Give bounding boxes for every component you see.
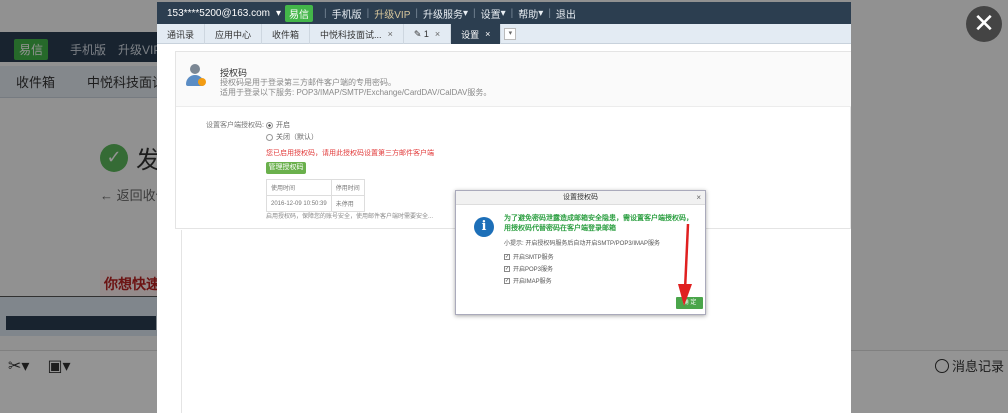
tab-label: 1	[423, 29, 429, 39]
tab-label: 设置	[461, 29, 480, 40]
chevron-down-icon[interactable]: ▾	[538, 8, 543, 19]
radio-enable-label: 开启	[276, 122, 290, 129]
link-vip[interactable]: 升级VIP	[374, 6, 410, 21]
chevron-down-icon[interactable]: ▾	[504, 28, 517, 40]
radio-unselected-icon	[266, 133, 273, 141]
red-arrow-annotation	[678, 223, 692, 306]
chevron-down-icon[interactable]: ▾	[501, 8, 506, 19]
checkbox-checked-icon[interactable]: ✓	[504, 253, 510, 260]
tab-label: 应用中心	[215, 29, 252, 40]
auth-description-services: 适用于登录以下服务: POP3/IMAP/SMTP/Exchange/CardD…	[220, 88, 492, 97]
radio-disable-label: 关闭（默认）	[276, 134, 318, 141]
setting-label: 设置客户端授权码:	[206, 122, 264, 129]
tab-contacts[interactable]: 通讯录	[157, 24, 206, 44]
service-imap[interactable]: ✓ 开启IMAP服务	[504, 276, 552, 285]
table-header: 停用时间	[330, 179, 365, 196]
tab-compose[interactable]: ✎ 1 ×	[404, 24, 452, 44]
user-key-icon	[184, 64, 206, 88]
checkbox-checked-icon[interactable]: ✓	[504, 265, 510, 272]
radio-selected-icon	[266, 121, 273, 129]
link-logout[interactable]: 退出	[556, 6, 576, 21]
tab-label: 中悦科技面试...	[320, 29, 382, 40]
divider: |	[324, 7, 327, 19]
close-icon[interactable]: ✕	[966, 6, 1002, 42]
tab-bar: 通讯录 应用中心 收件箱 中悦科技面试... × ✎ 1 × 设置 × ▾	[157, 24, 851, 44]
account-email[interactable]: 153****5200@163.com	[167, 8, 270, 19]
yixin-logo[interactable]: 易信	[285, 4, 314, 22]
radio-enable[interactable]: 开启	[266, 120, 290, 130]
lower-panel	[167, 230, 182, 413]
tab-settings[interactable]: 设置 ×	[451, 24, 502, 44]
table-row: 2016-12-09 10:50:39 未停用	[266, 195, 365, 212]
tab-label: 通讯录	[167, 29, 195, 40]
link-mobile[interactable]: 手机版	[332, 6, 362, 21]
tab-interview[interactable]: 中悦科技面试... ×	[310, 24, 404, 44]
set-auth-dialog: 设置授权码 × i 为了避免密码泄露造成邮箱安全隐患，需设置客户端授权码，用授权…	[455, 190, 706, 315]
info-icon: i	[474, 217, 494, 237]
chevron-down-icon[interactable]: ▾	[463, 8, 468, 19]
divider: |	[548, 7, 551, 19]
divider: |	[415, 7, 418, 19]
table-cell: 未停用	[330, 195, 365, 212]
link-settings[interactable]: 设置	[481, 6, 501, 21]
service-label: 开启POP3服务	[513, 267, 554, 273]
auth-header: 授权码 授权码是用于登录第三方邮件客户端的专用密码。 适用于登录以下服务: PO…	[176, 52, 851, 107]
close-icon[interactable]: ×	[388, 29, 393, 39]
edit-icon: ✎	[413, 28, 424, 39]
tab-app-center[interactable]: 应用中心	[205, 24, 263, 44]
link-upgrade[interactable]: 升级服务	[423, 6, 463, 21]
service-smtp[interactable]: ✓ 开启SMTP服务	[504, 252, 554, 261]
auth-warning: 您已启用授权码，请用此授权码设置第三方邮件客户端	[266, 150, 434, 157]
dialog-title: 设置授权码	[563, 194, 598, 201]
auth-code-table: 使用时间 停用时间 2016-12-09 10:50:39 未停用	[266, 179, 365, 212]
table-header-row: 使用时间 停用时间	[266, 179, 365, 196]
table-header: 使用时间	[266, 179, 332, 196]
service-pop3[interactable]: ✓ 开启POP3服务	[504, 264, 553, 273]
close-icon[interactable]: ×	[485, 29, 490, 39]
divider: |	[510, 7, 514, 19]
service-label: 开启IMAP服务	[513, 279, 552, 285]
dialog-header: 设置授权码 ×	[456, 191, 705, 205]
radio-disable[interactable]: 关闭（默认）	[266, 132, 318, 142]
table-cell: 2016-12-09 10:50:39	[266, 195, 332, 212]
tab-inbox[interactable]: 收件箱	[262, 24, 311, 44]
tab-label: 收件箱	[272, 29, 300, 40]
mail-topbar: 153****5200@163.com ▾ 易信 | 手机版 | 升级VIP |…	[157, 2, 851, 24]
chevron-down-icon[interactable]: ▾	[276, 8, 281, 19]
checkbox-checked-icon[interactable]: ✓	[504, 277, 510, 284]
dialog-tip: 小提示: 开启授权码服务后自动开启SMTP/POP3/IMAP服务	[504, 241, 661, 247]
divider: |	[473, 7, 476, 19]
link-help[interactable]: 帮助	[518, 6, 538, 21]
service-label: 开启SMTP服务	[513, 255, 554, 261]
manage-auth-button[interactable]: 管理授权码	[266, 162, 306, 174]
close-icon[interactable]: ×	[435, 29, 440, 39]
dialog-message: 为了避免密码泄露造成邮箱安全隐患，需设置客户端授权码，用授权码代替密码在客户端登…	[504, 215, 693, 232]
close-icon[interactable]: ×	[696, 191, 701, 205]
divider: |	[366, 7, 370, 19]
auth-footnote: 启用授权码，保障您的账号安全，使用邮件客户端时需要安全...	[266, 214, 434, 220]
